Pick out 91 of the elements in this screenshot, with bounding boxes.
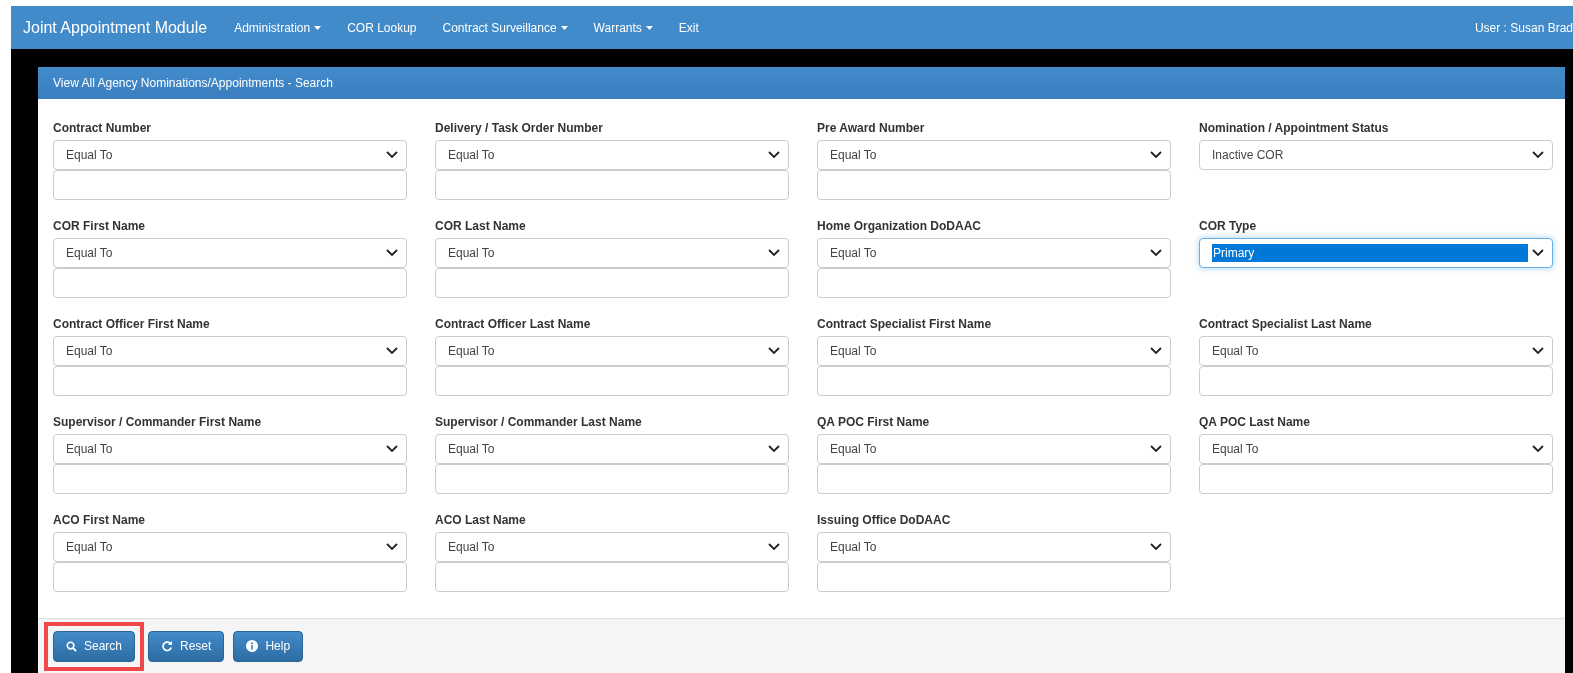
dropdown-select[interactable]: Equal To: [53, 238, 407, 268]
dropdown-select[interactable]: Equal To: [817, 140, 1171, 170]
chevron-icon: [1532, 445, 1544, 453]
chevron-icon: [1150, 543, 1162, 551]
text-input[interactable]: [53, 464, 407, 494]
field-label: Contract Specialist Last Name: [1199, 316, 1373, 333]
dropdown-select[interactable]: Equal To: [53, 336, 407, 366]
info-icon: [246, 640, 259, 652]
chevron-icon: [768, 249, 780, 257]
field-label: Contract Specialist First Name: [817, 316, 993, 333]
dropdown-select[interactable]: Primary: [1199, 238, 1553, 268]
field-label: Contract Officer Last Name: [435, 316, 592, 333]
dropdown-select[interactable]: Equal To: [53, 140, 407, 170]
action-button[interactable]: Help: [233, 630, 304, 662]
dropdown-select[interactable]: Equal To: [817, 238, 1171, 268]
chevron-icon: [768, 151, 780, 159]
field-label: Nomination / Appointment Status: [1199, 120, 1390, 137]
dropdown-select[interactable]: Equal To: [435, 336, 789, 366]
dropdown-select[interactable]: Equal To: [1199, 336, 1553, 366]
text-input[interactable]: [435, 366, 789, 396]
field-label: Contract Number: [53, 120, 152, 137]
text-input[interactable]: [817, 562, 1171, 592]
dropdown-select[interactable]: Inactive COR: [1199, 140, 1553, 170]
chevron-icon: [1532, 151, 1544, 159]
text-input[interactable]: [1199, 464, 1553, 494]
text-input[interactable]: [435, 562, 789, 592]
chevron-icon: [386, 543, 398, 551]
dropdown-select[interactable]: Equal To: [1199, 434, 1553, 464]
chevron-icon: [768, 347, 780, 355]
text-input[interactable]: [53, 268, 407, 298]
dropdown-select[interactable]: Equal To: [53, 532, 407, 562]
text-input[interactable]: [53, 170, 407, 200]
brand-title[interactable]: Joint Appointment Module: [23, 15, 208, 40]
field-label: QA POC Last Name: [1199, 414, 1311, 431]
dropdown-select[interactable]: Equal To: [53, 434, 407, 464]
field-label: COR Type: [1199, 218, 1258, 235]
text-input[interactable]: [435, 464, 789, 494]
chevron-icon: [1150, 249, 1162, 257]
text-input[interactable]: [1199, 366, 1553, 396]
chevron-icon: [386, 445, 398, 453]
field-label: ACO Last Name: [435, 512, 527, 529]
field-label: QA POC First Name: [817, 414, 931, 431]
caret-icon: [645, 25, 653, 30]
chevron-icon: [1150, 445, 1162, 453]
chevron-icon: [386, 347, 398, 355]
chevron-icon: [386, 249, 398, 257]
dropdown-select[interactable]: Equal To: [817, 434, 1171, 464]
chevron-icon: [1532, 249, 1544, 257]
field-label: Pre Award Number: [817, 120, 926, 137]
search-icon: [66, 640, 77, 652]
text-input[interactable]: [817, 366, 1171, 396]
chevron-icon: [768, 543, 780, 551]
dropdown-select[interactable]: Equal To: [817, 336, 1171, 366]
refresh-icon: [161, 640, 174, 652]
field-label: Home Organization DoDAAC: [817, 218, 982, 235]
nav-menu-item[interactable]: Exit: [665, 18, 712, 37]
dropdown-select[interactable]: Equal To: [435, 532, 789, 562]
chevron-icon: [768, 445, 780, 453]
nav-menu-item[interactable]: Warrants: [580, 18, 666, 37]
action-button[interactable]: Search: [53, 630, 136, 662]
field-label: Contract Officer First Name: [53, 316, 211, 333]
field-label: COR Last Name: [435, 218, 527, 235]
text-input[interactable]: [53, 366, 407, 396]
text-input[interactable]: [817, 464, 1171, 494]
dropdown-select[interactable]: Equal To: [435, 434, 789, 464]
text-input[interactable]: [817, 268, 1171, 298]
text-input[interactable]: [435, 170, 789, 200]
field-label: Supervisor / Commander Last Name: [435, 414, 643, 431]
chevron-icon: [1150, 151, 1162, 159]
chevron-icon: [1150, 347, 1162, 355]
dropdown-select[interactable]: Equal To: [435, 140, 789, 170]
field-label: Issuing Office DoDAAC: [817, 512, 952, 529]
text-input[interactable]: [53, 562, 407, 592]
field-label: Delivery / Task Order Number: [435, 120, 604, 137]
dropdown-select[interactable]: Equal To: [817, 532, 1171, 562]
chevron-icon: [386, 151, 398, 159]
panel-title: View All Agency Nominations/Appointments - Search: [53, 75, 333, 92]
caret-icon: [560, 25, 568, 30]
dropdown-select[interactable]: Equal To: [435, 238, 789, 268]
action-button[interactable]: Reset: [148, 630, 225, 662]
caret-icon: [314, 25, 322, 30]
text-input[interactable]: [435, 268, 789, 298]
text-input[interactable]: [817, 170, 1171, 200]
nav-menu-item[interactable]: Contract Surveillance: [429, 18, 581, 37]
field-label: COR First Name: [53, 218, 147, 235]
chevron-icon: [1532, 347, 1544, 355]
user-name: User : Susan Brad: [1474, 19, 1573, 37]
field-label: ACO First Name: [53, 512, 147, 529]
nav-menu-item[interactable]: Administration: [221, 18, 335, 37]
field-label: Supervisor / Commander First Name: [53, 414, 263, 431]
nav-menu-item[interactable]: COR Lookup: [334, 18, 430, 37]
